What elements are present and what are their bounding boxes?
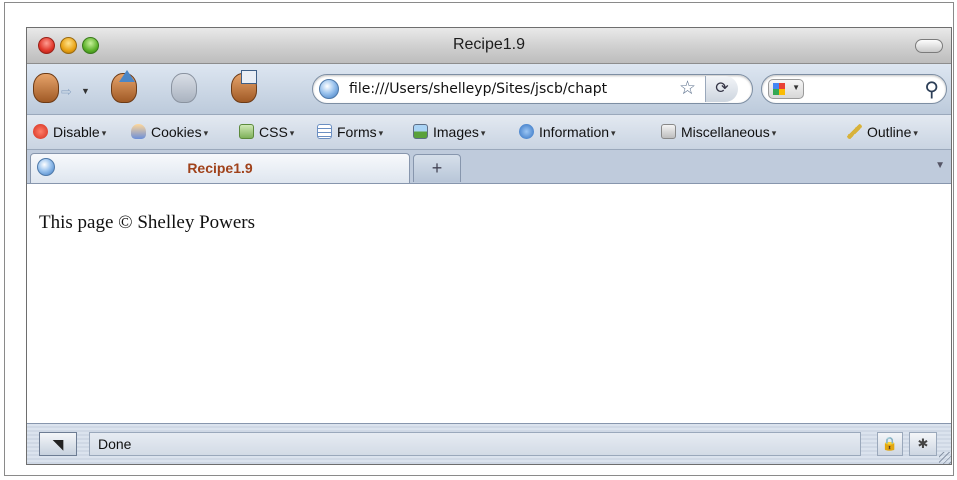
tab-label: Recipe1.9 (187, 160, 253, 176)
css-icon (239, 124, 254, 139)
engine-dropdown-icon: ▼ (792, 83, 800, 92)
navigation-toolbar: ⇨ ▼ file:///Users/shelleyp/Sites/jscb/ch… (27, 64, 951, 115)
disable-menu[interactable]: Disable ▾ (33, 122, 106, 142)
images-menu[interactable]: Images ▾ (413, 122, 485, 142)
css-menu[interactable]: CSS ▾ (239, 122, 294, 142)
disable-icon (33, 124, 48, 139)
google-icon (773, 83, 785, 95)
forms-menu[interactable]: Forms ▾ (317, 122, 383, 142)
forward-arrow-icon: ⇨ (61, 84, 72, 99)
bug-icon[interactable]: ✱ (909, 432, 937, 456)
status-text: Done (98, 436, 132, 452)
forms-icon (317, 124, 332, 139)
information-menu[interactable]: Information ▾ (519, 122, 616, 142)
forms-label: Forms (337, 124, 377, 140)
outline-icon (847, 124, 862, 139)
cookies-label: Cookies (151, 124, 202, 140)
miscellaneous-label: Miscellaneous (681, 124, 770, 140)
url-field[interactable]: file:///Users/shelleyp/Sites/jscb/chapt (349, 81, 675, 97)
figure-frame: Recipe1.9 ⇨ ▼ file:///Users/shelleyp/Sit… (4, 2, 954, 476)
resize-grip[interactable] (939, 452, 951, 464)
chevron-down-icon: ▾ (378, 128, 384, 138)
stop-button[interactable] (167, 70, 201, 106)
cookies-icon (131, 124, 146, 139)
miscellaneous-icon (661, 124, 676, 139)
search-engine-button[interactable]: ▼ (768, 79, 804, 99)
browser-window: Recipe1.9 ⇨ ▼ file:///Users/shelleyp/Sit… (26, 27, 952, 465)
chevron-down-icon: ▾ (611, 128, 616, 138)
home-house-icon (241, 70, 257, 84)
outline-menu[interactable]: Outline ▾ (847, 122, 918, 142)
page-text: This page © Shelley Powers (39, 212, 256, 233)
tab-recipe[interactable]: Recipe1.9 (30, 153, 410, 183)
chevron-down-icon: ▾ (771, 128, 777, 138)
reload-button[interactable] (107, 70, 141, 106)
go-button[interactable]: ⟳ (705, 76, 738, 102)
information-label: Information (539, 124, 610, 140)
lock-icon[interactable]: 🔒 (877, 432, 903, 456)
back-button[interactable]: ⇨ ▼ (33, 70, 91, 106)
new-tab-button[interactable]: + (413, 154, 461, 182)
history-dropdown-icon[interactable]: ▼ (81, 86, 90, 96)
toolbar-toggle-button[interactable] (915, 39, 943, 53)
css-label: CSS (259, 124, 288, 140)
chevron-down-icon: ▾ (913, 128, 918, 138)
chevron-down-icon: ▾ (289, 128, 295, 138)
home-button[interactable] (227, 70, 271, 106)
status-panel: Done (89, 432, 861, 456)
cookies-menu[interactable]: Cookies ▾ (131, 122, 208, 142)
miscellaneous-menu[interactable]: Miscellaneous ▾ (661, 122, 776, 142)
search-box[interactable]: ▼ ⚲ (761, 74, 947, 104)
information-icon (519, 124, 534, 139)
page-content: This page © Shelley Powers (27, 184, 951, 424)
chevron-down-icon: ▾ (203, 128, 209, 138)
url-bar[interactable]: file:///Users/shelleyp/Sites/jscb/chapt … (312, 74, 753, 104)
stop-cat-icon (171, 73, 197, 103)
disable-label: Disable (53, 124, 100, 140)
tab-bar: Recipe1.9 + ▼ (27, 150, 951, 184)
site-globe-icon (319, 79, 339, 99)
web-developer-toolbar: Disable ▾ Cookies ▾ CSS ▾ Forms ▾ Images ▾ In… (27, 115, 951, 150)
chevron-down-icon: ▾ (101, 128, 107, 138)
chevron-down-icon: ▾ (480, 128, 486, 138)
magnifier-icon[interactable]: ⚲ (924, 77, 939, 102)
sidebar-toggle-button[interactable]: ◥ (39, 432, 77, 456)
back-cat-icon (33, 73, 59, 103)
status-bar: ◥ Done 🔒 ✱ (27, 423, 951, 464)
outline-label: Outline (867, 124, 912, 140)
images-icon (413, 124, 428, 139)
tab-list-icon[interactable]: ▼ (935, 160, 945, 171)
window-title: Recipe1.9 (452, 36, 526, 53)
images-label: Images (433, 124, 479, 140)
title-bar: Recipe1.9 (27, 28, 951, 64)
bookmark-star-icon[interactable]: ☆ (679, 78, 696, 100)
